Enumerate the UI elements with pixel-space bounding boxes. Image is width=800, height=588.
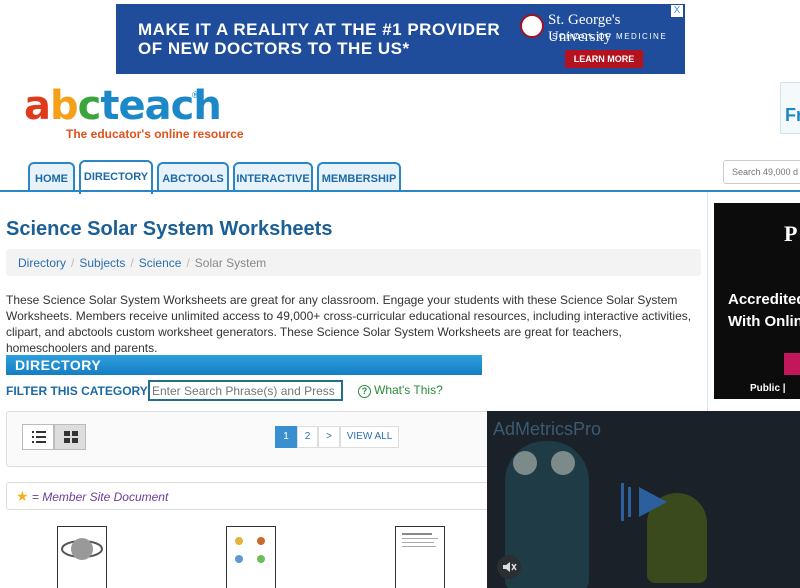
intro-paragraph: These Science Solar System Worksheets ar… <box>6 293 692 355</box>
university-seal-icon <box>520 14 544 38</box>
star-icon: ★ <box>16 488 29 504</box>
tab-abctools[interactable]: ABCTOOLS <box>157 162 229 192</box>
ad-headline-2: OF NEW DOCTORS TO THE US* <box>138 39 410 58</box>
logo-letter-b: b <box>50 83 79 129</box>
registered-mark: ® <box>192 90 199 100</box>
member-legend-label: = Member Site Document <box>31 490 169 504</box>
tab-membership[interactable]: MEMBERSHIP <box>317 162 401 192</box>
ad-school-name: SCHOOL OF MEDICINE <box>552 32 668 41</box>
top-banner-ad[interactable]: MAKE IT A REALITY AT THE #1 PROVIDER OF … <box>116 4 685 74</box>
planets-chart-icon <box>235 537 265 563</box>
list-icon <box>32 431 46 443</box>
breadcrumb-science[interactable]: Science <box>139 256 182 270</box>
side-ad-logo-letter: P <box>784 221 798 246</box>
side-ad[interactable]: P Accredited With Onlin Public | <box>714 203 800 399</box>
filter-category-input[interactable] <box>148 380 343 401</box>
breadcrumb-directory[interactable]: Directory <box>18 256 66 270</box>
filter-label: FILTER THIS CATEGORY: <box>6 384 151 398</box>
page-2-button[interactable]: 2 <box>297 426 318 448</box>
breadcrumb-separator: / <box>130 256 134 270</box>
breadcrumb-separator: / <box>71 256 75 270</box>
worksheet-thumbnail[interactable] <box>226 526 276 588</box>
breadcrumb-current: Solar System <box>194 256 267 270</box>
directory-header: DIRECTORY <box>6 355 482 375</box>
grid-view-button[interactable] <box>54 424 86 450</box>
site-search-input[interactable] <box>723 160 800 184</box>
view-all-button[interactable]: VIEW ALL <box>340 426 399 448</box>
breadcrumb: Directory / Subjects / Science / Solar System <box>6 249 701 276</box>
ad-close-icon[interactable]: X <box>671 5 683 17</box>
next-page-button[interactable]: > <box>318 426 340 448</box>
monster-eye <box>551 451 575 475</box>
side-ad-footer: Public | <box>750 383 786 394</box>
member-legend: ★ = Member Site Document <box>16 488 168 505</box>
worksheet-thumbnail[interactable] <box>57 526 107 588</box>
abcteach-logo[interactable]: abcteach ® The educator's online resourc… <box>24 83 244 141</box>
tab-directory[interactable]: DIRECTORY <box>79 160 153 194</box>
video-brand-label: AdMetricsPro <box>493 419 602 439</box>
muted-speaker-icon <box>503 562 517 572</box>
logo-letter-c: c <box>77 83 102 129</box>
logo-letter-a: a <box>24 83 51 129</box>
tab-home[interactable]: HOME <box>28 162 75 192</box>
monster-eye <box>513 451 537 475</box>
page-1-button[interactable]: 1 <box>275 426 297 448</box>
header-promo-box[interactable]: Fr <box>780 82 800 134</box>
text-page-icon <box>402 533 438 547</box>
logo-tagline: The educator's online resource <box>66 127 244 141</box>
page: MAKE IT A REALITY AT THE #1 PROVIDER OF … <box>0 0 800 588</box>
planet-drawing-icon <box>61 538 103 560</box>
play-icon[interactable] <box>619 475 673 529</box>
tab-interactive[interactable]: INTERACTIVE <box>233 162 313 192</box>
list-view-button[interactable] <box>22 424 54 450</box>
help-icon: ? <box>358 385 371 398</box>
side-ad-accent <box>784 353 800 375</box>
side-ad-line-2: With Onlin <box>728 313 800 330</box>
worksheet-thumbnail[interactable] <box>395 526 445 588</box>
breadcrumb-separator: / <box>186 256 190 270</box>
whats-this-link[interactable]: ? What's This? <box>358 383 443 398</box>
grid-icon <box>64 431 78 443</box>
side-ad-line-1: Accredited <box>728 291 800 308</box>
mute-button[interactable] <box>497 555 521 579</box>
video-ad-player[interactable]: AdMetricsPro <box>487 411 800 588</box>
ad-headline-1: MAKE IT A REALITY AT THE #1 PROVIDER <box>138 20 501 39</box>
logo-word-teach: teach <box>100 83 221 129</box>
ad-learn-more-button[interactable]: LEARN MORE <box>565 50 643 68</box>
breadcrumb-subjects[interactable]: Subjects <box>79 256 125 270</box>
page-title: Science Solar System Worksheets <box>6 218 333 240</box>
whats-this-label: What's This? <box>374 383 443 397</box>
